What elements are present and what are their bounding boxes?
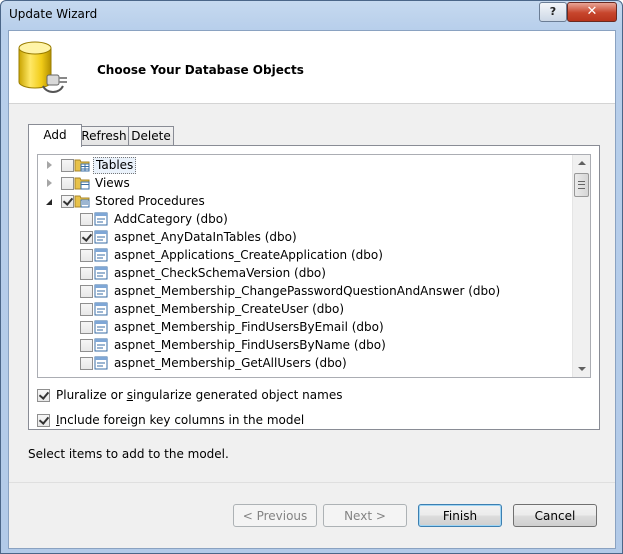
procedure-checkbox[interactable] [80,339,93,352]
pluralize-label: Pluralize or singularize generated objec… [56,387,342,403]
procedure-checkbox[interactable] [80,213,93,226]
foreign-keys-label-part: nclude foreign key columns in the model [59,413,305,427]
tab-refresh-label: Refresh [81,129,127,143]
tree-node-label: aspnet_Membership_CreateUser (dbo) [114,302,345,316]
stored-procedure-icon [94,320,108,334]
help-button[interactable]: ? [539,2,567,22]
procedure-checkbox[interactable] [80,249,93,262]
next-button-label: Next > [344,509,386,523]
procedure-checkbox[interactable] [80,267,93,280]
tree-node-label: aspnet_Membership_FindUsersByName (dbo) [114,338,386,352]
tree-node-label: aspnet_AnyDataInTables (dbo) [114,230,297,244]
pluralize-label-part: ingularize generated object names [132,388,343,402]
stored-procedures-checkbox[interactable] [61,195,74,208]
next-button[interactable]: Next > [323,504,407,527]
stored-procedure-icon [94,356,108,370]
close-button[interactable]: ✕ [567,2,617,22]
scroll-thumb[interactable] [574,173,589,197]
tree-node-views[interactable]: Views [38,174,573,192]
stored-procedure-icon [94,248,108,262]
procedure-checkbox[interactable] [80,285,93,298]
tables-checkbox[interactable] [61,159,74,172]
tree-node-procedure[interactable]: aspnet_Membership_ChangePasswordQuestion… [38,282,573,300]
status-message: Select items to add to the model. [28,447,229,461]
help-icon: ? [549,5,557,18]
stored-procedure-icon [94,284,108,298]
tab-refresh[interactable]: Refresh [79,126,129,146]
tree-node-procedure[interactable]: aspnet_Membership_FindUsersByEmail (dbo) [38,318,573,336]
tree-node-procedure[interactable]: aspnet_Membership_GetAllUsers (dbo) [38,354,573,372]
tree-node-label: aspnet_CheckSchemaVersion (dbo) [114,266,326,280]
previous-button-label: < Previous [242,509,308,523]
database-objects-tree[interactable]: Tables Views Stored Procedures AddCatego… [37,154,591,378]
stored-procedure-icon [94,230,108,244]
tree-node-procedure[interactable]: AddCategory (dbo) [38,210,573,228]
scroll-down-arrow-icon[interactable] [578,367,586,371]
stored-procedure-icon [94,212,108,226]
views-checkbox[interactable] [61,177,74,190]
pluralize-checkbox[interactable] [37,389,50,402]
folder-procedures-icon [74,195,90,208]
scroll-up-arrow-icon[interactable] [578,161,586,165]
cancel-button[interactable]: Cancel [513,504,597,527]
update-wizard-window: Update Wizard ? ✕ Choose Your Database O… [0,0,623,554]
window-title: Update Wizard [9,7,98,21]
tree-node-label: aspnet_Membership_FindUsersByEmail (dbo) [114,320,384,334]
procedure-checkbox[interactable] [80,303,93,316]
page-title: Choose Your Database Objects [97,63,304,77]
tree-node-label: AddCategory (dbo) [114,212,228,226]
collapse-arrow-icon[interactable] [46,199,52,205]
tree-node-label: Tables [93,157,137,174]
footer-divider [9,482,615,483]
expand-arrow-icon[interactable] [47,179,52,187]
close-icon: ✕ [586,4,598,19]
tab-delete[interactable]: Delete [128,126,174,146]
procedure-checkbox[interactable] [80,321,93,334]
stored-procedure-icon [94,338,108,352]
foreign-keys-label: Include foreign key columns in the model [56,412,304,428]
wizard-header: Choose Your Database Objects [9,31,615,104]
procedure-checkbox[interactable] [80,357,93,370]
tree-node-label: aspnet_Membership_ChangePasswordQuestion… [114,284,501,298]
procedure-checkbox[interactable] [80,231,93,244]
expand-arrow-icon[interactable] [47,161,52,169]
tree-node-procedure[interactable]: aspnet_AnyDataInTables (dbo) [38,228,573,246]
dialog-body: Choose Your Database Objects Add Refresh… [8,30,616,549]
tree-node-label: aspnet_Membership_GetAllUsers (dbo) [114,356,347,370]
tab-add-label: Add [43,128,67,142]
stored-procedure-icon [94,302,108,316]
foreign-keys-checkbox[interactable] [37,414,50,427]
tree-node-procedure[interactable]: aspnet_Membership_CreateUser (dbo) [38,300,573,318]
pluralize-label-part: Pluralize or [56,388,127,402]
tree-node-label: Stored Procedures [95,194,205,208]
tree-node-tables[interactable]: Tables [38,156,573,174]
stored-procedure-icon [94,266,108,280]
tab-add[interactable]: Add [28,124,82,147]
tab-delete-label: Delete [131,129,171,143]
tree-node-label: Views [95,176,130,190]
title-bar[interactable]: Update Wizard ? ✕ [1,1,622,29]
tree-node-procedure[interactable]: aspnet_Membership_FindUsersByName (dbo) [38,336,573,354]
finish-button[interactable]: Finish [418,504,502,527]
previous-button[interactable]: < Previous [233,504,317,527]
tree-node-procedure[interactable]: aspnet_CheckSchemaVersion (dbo) [38,264,573,282]
folder-views-icon [74,177,90,190]
folder-tables-icon [74,159,90,172]
tree-node-stored-procedures[interactable]: Stored Procedures [38,192,573,210]
finish-button-label: Finish [442,509,478,523]
cancel-button-label: Cancel [534,509,576,523]
tree-node-procedure[interactable]: aspnet_Applications_CreateApplication (d… [38,246,573,264]
tree-node-label: aspnet_Applications_CreateApplication (d… [114,248,383,262]
add-tab-panel: Tables Views Stored Procedures AddCatego… [28,145,600,430]
tree-vertical-scrollbar[interactable] [572,155,590,377]
database-plug-icon [18,41,67,93]
